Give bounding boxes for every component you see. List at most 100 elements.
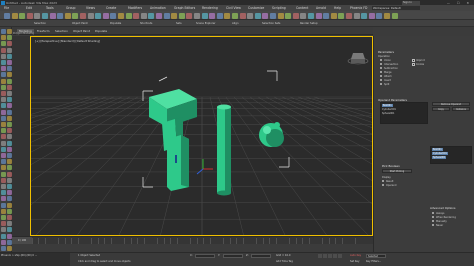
menu-help[interactable]: Help — [334, 6, 341, 10]
parameters-header[interactable]: Parameters — [378, 50, 394, 54]
menu-group[interactable]: Group — [66, 6, 75, 10]
left-tool-icon[interactable] — [6, 91, 12, 96]
imprint-checkbox[interactable] — [412, 59, 415, 62]
operand-item[interactable]: Cylinder001 — [382, 108, 396, 111]
tb2-selection[interactable]: Selection — [34, 22, 46, 25]
left-tool-icon[interactable] — [1, 109, 6, 115]
toolbar-icon[interactable] — [376, 12, 383, 19]
toolbar-icon[interactable] — [277, 12, 284, 19]
start-picking-button[interactable]: Start Picking — [382, 169, 412, 173]
left-tool-icon[interactable] — [6, 97, 12, 103]
tb2-sets[interactable]: Sets — [176, 22, 182, 25]
cylinder-object[interactable] — [217, 104, 231, 196]
left-tool-icon[interactable] — [1, 134, 6, 140]
left-tool-icon[interactable] — [1, 78, 6, 84]
key-mode-select[interactable]: Selected — [366, 253, 386, 258]
ribbon-tab-selection[interactable]: Selection — [55, 29, 68, 33]
toolbar-icon[interactable] — [232, 12, 238, 19]
toolbar-icon[interactable] — [300, 12, 307, 19]
advanced-options-header[interactable]: Advanced Options — [430, 206, 456, 210]
toolbar-icon[interactable] — [338, 12, 345, 19]
left-tool-icon[interactable] — [6, 60, 12, 65]
left-tool-icon[interactable] — [1, 221, 6, 227]
left-tool-icon[interactable] — [6, 184, 12, 189]
left-tool-icon[interactable] — [1, 91, 6, 96]
adv-always-radio[interactable] — [432, 212, 435, 215]
op-insert-radio[interactable] — [380, 79, 383, 82]
left-tool-icon[interactable] — [6, 146, 12, 152]
op-subtraction-radio[interactable] — [380, 67, 383, 70]
toolbar-icon[interactable] — [285, 12, 292, 19]
menu-modifiers[interactable]: Modifiers — [128, 6, 142, 10]
adv-when-rendering-radio[interactable] — [432, 216, 435, 219]
left-tool-icon[interactable] — [6, 246, 12, 251]
toolbar-icon[interactable] — [194, 12, 200, 19]
op-intersection-radio[interactable] — [380, 63, 383, 66]
left-tool-icon[interactable] — [6, 115, 12, 121]
timeline[interactable]: 0 / 100 — [12, 236, 373, 244]
toolbar-icon[interactable] — [384, 12, 390, 19]
left-tool-icon[interactable] — [6, 239, 12, 245]
left-tool-icon[interactable] — [1, 165, 6, 171]
toolbar-icon[interactable] — [156, 12, 162, 19]
toolbar-icon[interactable] — [346, 12, 352, 19]
toolbar-icon[interactable] — [315, 12, 322, 19]
toolbar-icon[interactable] — [216, 12, 223, 19]
window-controls[interactable]: — ☐ ✕ — [447, 1, 472, 5]
left-tool-icon[interactable] — [6, 215, 12, 220]
left-tool-icon[interactable] — [6, 233, 12, 239]
viewport-label[interactable]: [+] [Perspective] [Standard] [Default Sh… — [35, 39, 100, 43]
z-coord-field[interactable] — [251, 253, 271, 258]
previous-frame-button[interactable] — [323, 254, 327, 258]
menu-scripting[interactable]: Scripting — [272, 6, 286, 10]
operand-tree[interactable]: Box001 Cylinder001 Sphere001 — [430, 146, 472, 164]
toolbar-icon[interactable] — [80, 12, 86, 19]
left-tool-icon[interactable] — [6, 35, 12, 41]
toolbar-icon[interactable] — [110, 12, 117, 19]
left-tool-icon[interactable] — [6, 103, 12, 109]
toolbar-icon[interactable] — [262, 12, 269, 19]
maxscript-line[interactable]: Phoenix > ship (60) (60) 0 ... — [1, 254, 37, 257]
toolbar-icon[interactable] — [270, 12, 276, 19]
adv-manually-radio[interactable] — [432, 220, 435, 223]
left-tool-icon[interactable] — [6, 202, 12, 208]
left-tool-icon[interactable] — [1, 208, 6, 214]
op-merge-radio[interactable] — [380, 71, 383, 74]
left-tool-icon[interactable] — [1, 29, 6, 34]
toolbar-icon[interactable] — [34, 12, 41, 19]
left-tool-icon[interactable] — [6, 134, 12, 140]
go-to-end-button[interactable] — [338, 254, 342, 258]
left-tool-icon[interactable] — [1, 184, 6, 189]
toolbar-icon[interactable] — [95, 12, 102, 19]
left-tool-icon[interactable] — [1, 115, 6, 121]
toolbar-icon[interactable] — [19, 12, 26, 19]
left-tool-icon[interactable] — [1, 84, 6, 90]
menu-phoenix-fd[interactable]: Phoenix FD — [350, 6, 367, 10]
toolbar-icon[interactable] — [308, 12, 314, 19]
operand-list[interactable]: Box001 Cylinder001 Sphere001 — [380, 102, 428, 124]
menu-graph-editors[interactable]: Graph Editors — [174, 6, 195, 10]
menu-edit[interactable]: Edit — [26, 6, 32, 10]
left-tool-icon[interactable] — [1, 53, 6, 59]
x-coord-field[interactable] — [195, 253, 215, 258]
menu-animation[interactable]: Animation — [150, 6, 166, 10]
toolbar-icon[interactable] — [254, 12, 261, 19]
instance-button[interactable]: Instance — [452, 107, 470, 111]
left-tool-icon[interactable] — [6, 84, 12, 90]
tb2-shortcuts[interactable]: Shortcuts — [140, 22, 152, 25]
toolbar-icon[interactable] — [4, 12, 10, 19]
left-tool-icon[interactable] — [6, 227, 12, 233]
toolbar-icon[interactable] — [209, 12, 216, 19]
toolbar-icon[interactable] — [323, 12, 330, 19]
left-tool-icon[interactable] — [1, 215, 6, 220]
menu-create[interactable]: Create — [106, 6, 116, 10]
toolbar-icon[interactable] — [224, 12, 231, 19]
left-tool-icon[interactable] — [6, 109, 12, 115]
toolbar-icon[interactable] — [178, 12, 185, 19]
toolbar-icon[interactable] — [171, 12, 178, 19]
toolbar-icon[interactable] — [391, 12, 398, 19]
toolbar-icon[interactable] — [368, 12, 375, 19]
left-tool-icon[interactable] — [6, 153, 12, 158]
left-tool-icon[interactable] — [1, 177, 6, 183]
tb2-scene-explorer[interactable]: Scene Explorer — [196, 22, 216, 25]
